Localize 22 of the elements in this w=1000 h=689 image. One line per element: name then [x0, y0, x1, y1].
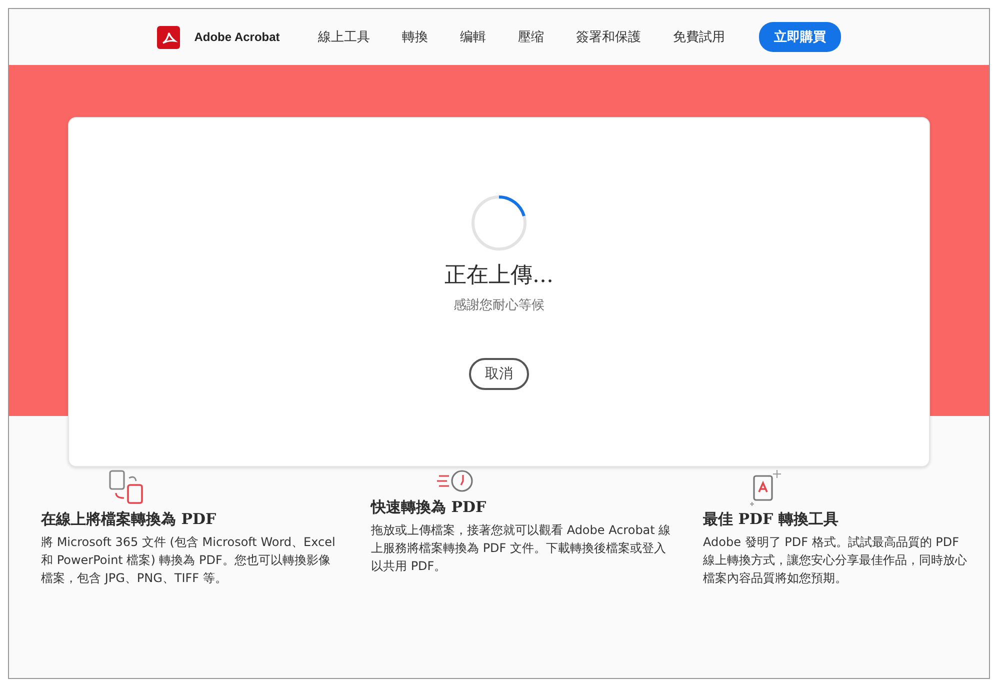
convert-files-icon	[107, 468, 145, 506]
feature-title: 快速轉換為 PDF	[371, 498, 488, 517]
feature-description: 拖放或上傳檔案，接著您就可以觀看 Adobe Acrobat 線上服務將檔案轉換為 PDF 文件。下載轉換後檔案或登入以共用 PDF。	[371, 522, 672, 575]
brand-name: Adobe Acrobat	[194, 30, 280, 44]
feature-title: 最佳 PDF 轉換工具	[703, 510, 840, 529]
buy-now-button[interactable]: 立即購買	[758, 22, 841, 52]
pdf-file-sparkle-icon	[748, 468, 784, 506]
upload-status-title: 正在上傳...	[444, 262, 554, 290]
nav-link[interactable]: 轉換	[402, 28, 428, 46]
nav-link[interactable]: 免費試用	[672, 28, 725, 46]
acrobat-logo[interactable]	[157, 26, 180, 48]
nav-link[interactable]: 線上工具	[318, 28, 370, 46]
feature-description: Adobe 發明了 PDF 格式。試試最高品質的 PDF 線上轉換方式，讓您安心分享最佳作品，同時放心檔案內容品質將如您預期。	[703, 534, 968, 587]
nav-link[interactable]: 编輯	[460, 28, 486, 46]
feature-title: 在線上將檔案轉換為 PDF	[41, 510, 218, 529]
cancel-button[interactable]: 取消	[469, 358, 529, 390]
nav-link[interactable]: 壓缩	[518, 28, 544, 46]
loading-spinner	[470, 194, 528, 252]
clock-speed-icon	[436, 468, 476, 494]
upload-status-subtitle: 感謝您耐心等候	[454, 297, 544, 314]
nav-link[interactable]: 簽署和保護	[576, 28, 641, 46]
feature-description: 將 Microsoft 365 文件 (包含 Microsoft Word、Excel 和 PowerPoint 檔案) 轉換為 PDF。您也可以轉換影像檔案，包含 JPG、PNG、TIFF 等。	[41, 534, 336, 587]
